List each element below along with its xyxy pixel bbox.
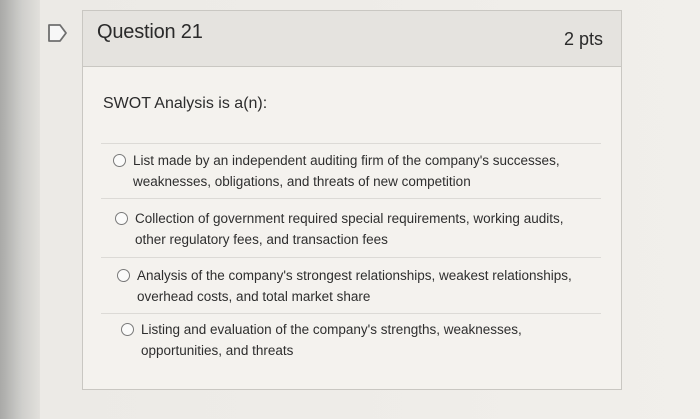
answer-label: Analysis of the company's strongest rela… xyxy=(137,268,572,304)
answer-separator xyxy=(101,198,601,199)
answer-option-2[interactable]: Collection of government required specia… xyxy=(115,208,575,250)
flag-icon[interactable] xyxy=(46,22,70,44)
answer-label: Collection of government required specia… xyxy=(135,211,564,247)
answer-separator xyxy=(101,313,601,314)
radio-button[interactable] xyxy=(121,323,134,336)
answer-option-1[interactable]: List made by an independent auditing fir… xyxy=(113,150,573,192)
question-prompt: SWOT Analysis is a(n): xyxy=(103,95,268,112)
answer-option-3[interactable]: Analysis of the company's strongest rela… xyxy=(117,265,577,307)
radio-button[interactable] xyxy=(115,212,128,225)
question-title: Question 21 xyxy=(97,21,203,43)
answer-separator xyxy=(101,257,601,258)
radio-button[interactable] xyxy=(113,154,126,167)
left-edge xyxy=(0,0,40,419)
answer-label: List made by an independent auditing fir… xyxy=(133,153,560,189)
answer-separator xyxy=(101,143,601,144)
screen: Question 21 2 pts SWOT Analysis is a(n):… xyxy=(0,0,700,419)
radio-button[interactable] xyxy=(117,269,130,282)
answer-option-4[interactable]: Listing and evaluation of the company's … xyxy=(121,319,581,361)
answer-label: Listing and evaluation of the company's … xyxy=(141,322,522,358)
question-header: Question 21 2 pts xyxy=(83,11,621,67)
question-card: Question 21 2 pts SWOT Analysis is a(n):… xyxy=(82,10,622,390)
question-points: 2 pts xyxy=(563,29,603,49)
